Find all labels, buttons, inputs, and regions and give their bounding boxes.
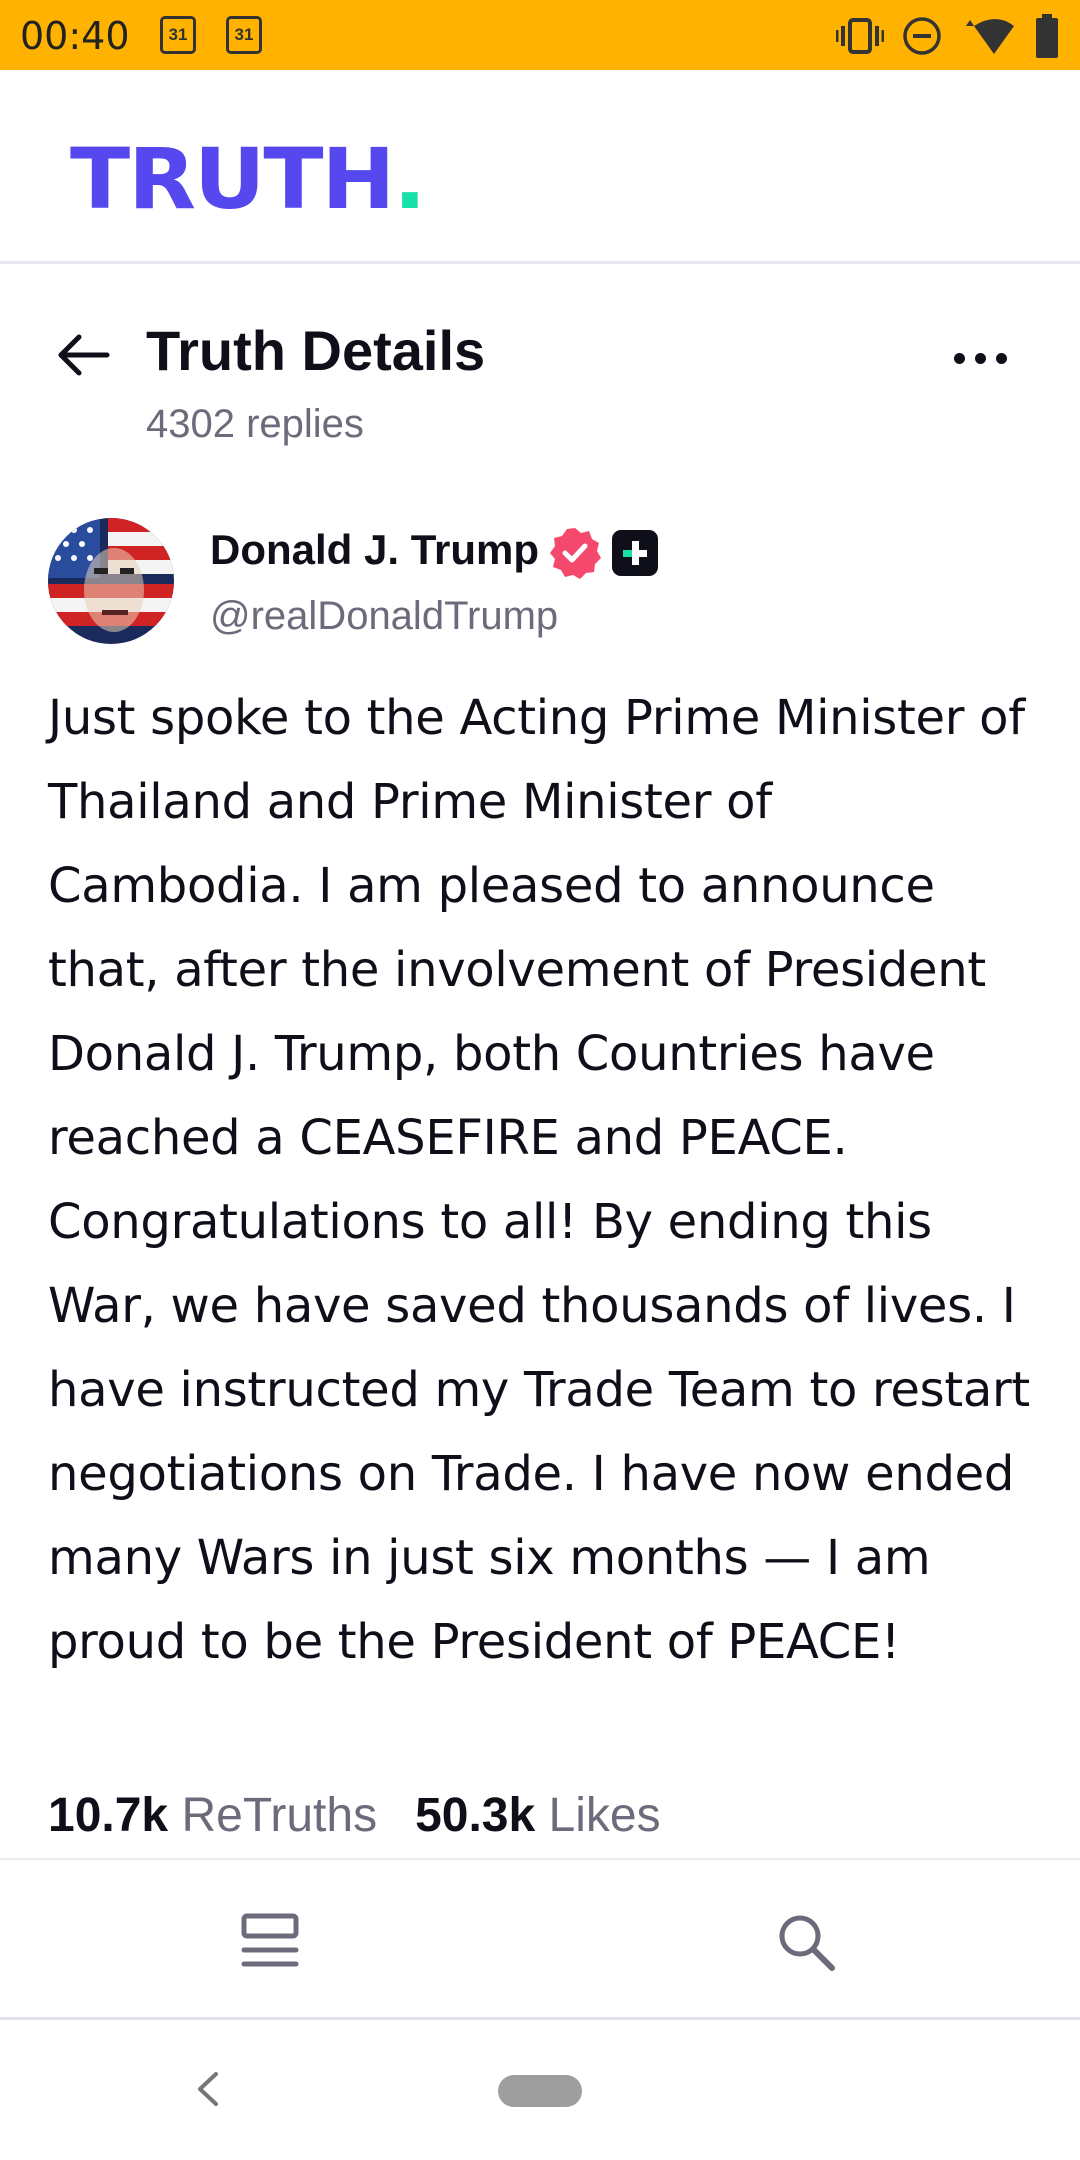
back-button[interactable]	[50, 322, 116, 388]
app-header: TRUTH.	[0, 70, 1080, 264]
avatar[interactable]	[48, 518, 174, 644]
plus-icon	[623, 541, 647, 565]
post-stats: 10.7k ReTruths 50.3k Likes	[48, 1788, 661, 1843]
page-title: Truth Details	[146, 319, 486, 382]
feed-icon[interactable]	[236, 1912, 304, 1972]
nav-back-icon[interactable]	[188, 2064, 228, 2114]
more-dot	[995, 352, 1007, 364]
calendar-icon: 31	[226, 16, 262, 54]
status-time: 00:40	[20, 14, 130, 58]
battery-icon	[1036, 14, 1058, 58]
more-dot	[974, 352, 986, 364]
likes-label: Likes	[548, 1789, 661, 1842]
verified-badge-icon	[550, 528, 601, 579]
truth-plus-badge-icon	[612, 530, 658, 576]
more-dot	[953, 352, 965, 364]
system-nav-bar	[0, 2020, 1080, 2160]
bottom-tab-bar	[0, 1858, 1080, 2020]
retruths-stat[interactable]: 10.7k ReTruths	[48, 1788, 377, 1843]
author-name[interactable]: Donald J. Trump	[210, 526, 539, 574]
more-options-button[interactable]	[940, 336, 1020, 380]
search-icon[interactable]	[774, 1910, 838, 1974]
truth-logo[interactable]: TRUTH.	[70, 130, 427, 228]
calendar-icon: 31	[160, 16, 196, 54]
status-icons	[836, 14, 1060, 58]
wifi-icon	[966, 19, 1014, 54]
avatar-image	[48, 518, 174, 644]
likes-count: 50.3k	[415, 1789, 536, 1842]
nav-home-pill[interactable]	[498, 2075, 582, 2107]
post-body: Just spoke to the Acting Prime Minister …	[48, 690, 1030, 1670]
retruths-label: ReTruths	[181, 1789, 378, 1842]
likes-stat[interactable]: 50.3k Likes	[415, 1788, 661, 1843]
arrow-left-icon	[58, 334, 110, 376]
author-handle[interactable]: @realDonaldTrump	[210, 594, 558, 639]
retruths-count: 10.7k	[48, 1789, 169, 1842]
vibrate-icon	[836, 18, 884, 54]
do-not-disturb-icon	[903, 17, 941, 55]
reply-count: 4302 replies	[146, 402, 364, 446]
status-bar: 00:40 31 31	[0, 0, 1080, 70]
